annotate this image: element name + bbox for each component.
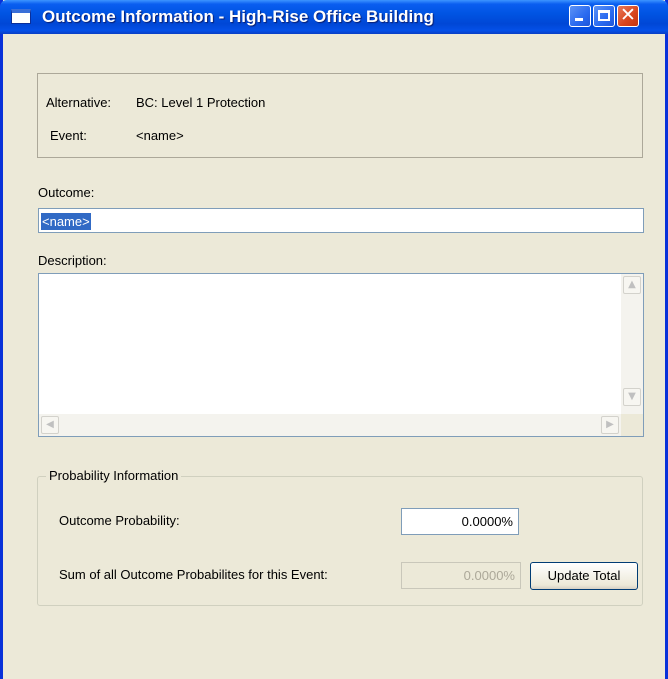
- event-label: Event:: [50, 128, 87, 143]
- title-bar[interactable]: Outcome Information - High-Rise Office B…: [0, 0, 668, 34]
- scroll-left-button[interactable]: ◀: [41, 416, 59, 434]
- update-total-button[interactable]: Update Total: [530, 562, 638, 590]
- window-title: Outcome Information - High-Rise Office B…: [42, 7, 434, 26]
- description-label: Description:: [38, 253, 107, 268]
- sum-probabilities-field: 0.0000%: [401, 562, 521, 589]
- event-value: <name>: [136, 128, 184, 143]
- maximize-button[interactable]: [593, 5, 615, 27]
- outcome-input-value: <name>: [41, 213, 91, 230]
- scroll-up-button[interactable]: ▲: [623, 276, 641, 294]
- scroll-down-button[interactable]: ▼: [623, 388, 641, 406]
- description-textarea[interactable]: ▲ ▼ ◀ ▶: [38, 273, 644, 437]
- maximize-icon: [598, 10, 610, 21]
- outcome-label: Outcome:: [38, 185, 95, 200]
- vertical-scrollbar[interactable]: ▲ ▼: [621, 274, 643, 416]
- info-panel: [37, 73, 643, 158]
- scroll-right-button[interactable]: ▶: [601, 416, 619, 434]
- probability-group-title: Probability Information: [46, 468, 182, 483]
- horizontal-scrollbar[interactable]: ◀ ▶: [39, 414, 621, 436]
- outcome-probability-input[interactable]: 0.0000%: [401, 508, 519, 535]
- outcome-input[interactable]: <name>: [38, 208, 644, 233]
- outcome-probability-label: Outcome Probability:: [59, 513, 180, 528]
- window-icon: [11, 9, 31, 24]
- outcome-window: Outcome Information - High-Rise Office B…: [0, 0, 668, 679]
- alternative-value: BC: Level 1 Protection: [136, 95, 266, 110]
- alternative-label: Alternative:: [46, 95, 112, 110]
- sum-probabilities-label: Sum of all Outcome Probabilites for this…: [59, 567, 328, 582]
- close-button[interactable]: ✕: [617, 5, 639, 27]
- scrollbar-corner: [621, 414, 643, 436]
- close-icon: ✕: [620, 4, 636, 26]
- minimize-icon: [575, 18, 583, 21]
- minimize-button[interactable]: [569, 5, 591, 27]
